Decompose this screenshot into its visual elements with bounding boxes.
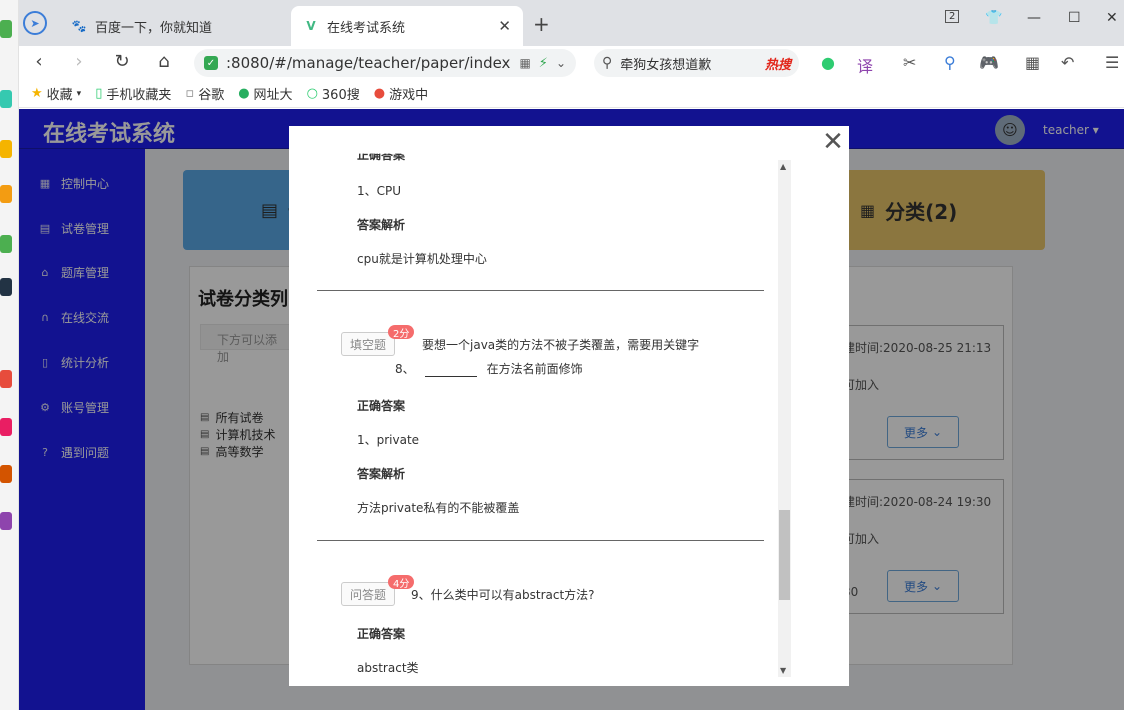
qr-code-icon[interactable]: ▦ [519,56,530,70]
star-icon: ★ [31,86,43,101]
search-suggestion[interactable]: 牵狗女孩想道歉 [620,54,711,73]
bookmark-games[interactable]: ● 游戏中 [374,84,428,103]
q8-text-line1: 要想一个java类的方法不被子类覆盖，需要用关键字 [422,338,700,352]
question-divider [317,540,764,541]
maximize-icon[interactable]: ☐ [1068,10,1081,26]
fill-blank [424,367,477,377]
question-type-tag: 问答题 [341,582,396,606]
baidu-paw-icon: 🐾 [71,19,87,33]
q9-answer: abstract类 [357,661,419,675]
score-badge: 2分 [388,325,415,340]
scroll-down-icon[interactable]: ▼ [780,666,786,675]
address-bar[interactable]: ✓ :8080/#/manage/teacher/paper/index ▦ ⚡… [194,49,576,77]
app-icon[interactable] [0,418,12,436]
question-type-tag: 填空题 [341,332,396,356]
q8-analysis: 方法private私有的不能被覆盖 [357,501,520,515]
q7-analysis: cpu就是计算机处理中心 [357,252,487,266]
q9-answer-heading: 正确答案 [357,627,406,641]
q9-text: 9、什么类中可以有abstract方法? [411,588,595,602]
browser-nav-bar: ‹ › ↻ ⌂ ✓ :8080/#/manage/teacher/paper/i… [19,46,1124,80]
modal-scrollbar[interactable]: ▲ ▼ [778,160,791,677]
window-counter[interactable]: 2 [945,10,960,23]
minimize-icon[interactable]: — [1027,10,1041,26]
browser-logo-icon[interactable]: ➤ [23,11,47,35]
question-divider [317,290,764,291]
window-close-icon[interactable]: ✕ [1106,10,1118,26]
q8-answer: 1、private [357,433,420,447]
left-app-strip [0,0,19,710]
tab-title: 在线考试系统 [327,20,406,36]
answer-heading-partial: 正确答案 [357,148,406,162]
secure-shield-icon: ✓ [204,56,218,70]
app-icon[interactable] [0,90,12,108]
bookmark-favorites[interactable]: ★ 收藏 ▾ [31,84,81,103]
lightning-icon[interactable]: ⚡ [539,56,548,71]
caret-down-icon: ▾ [76,88,82,99]
q8-text-line2: 8、 在方法名前面修饰 [395,360,583,377]
app-icon[interactable] [0,512,12,530]
app-icon[interactable] [0,20,12,38]
address-url[interactable]: :8080/#/manage/teacher/paper/index [226,54,511,72]
vue-logo-icon: V [306,19,316,33]
reload-icon[interactable]: ↻ [110,51,134,72]
bookmark-hao[interactable]: ● 网址大 [238,84,292,103]
game-icon: ● [373,86,386,101]
360-icon: ○ [306,86,318,101]
home-icon[interactable]: ⌂ [152,51,176,72]
app-icon[interactable] [0,278,12,296]
close-icon[interactable]: ✕ [821,129,845,155]
forward-icon[interactable]: › [67,51,91,72]
browser-tab-bar: ➤ 🐾 百度一下，你就知道 V 在线考试系统 ✕ + 2 👕 — ☐ ✕ [19,0,1124,46]
menu-icon[interactable]: ☰ [1105,53,1119,72]
bookmark-mobile[interactable]: ▯ 手机收藏夹 [95,84,171,103]
bookmark-google[interactable]: ▫ 谷歌 [185,84,224,103]
q8-analysis-heading: 答案解析 [357,467,406,481]
q8-number: 8、 [395,362,415,376]
apps-grid-icon[interactable]: ▦ [1025,53,1040,72]
q8-answer-heading: 正确答案 [357,399,406,413]
site-icon: ● [238,86,250,101]
tab-baidu[interactable]: 🐾 百度一下，你就知道 [59,6,289,46]
page-icon: ▫ [185,86,195,101]
browser-search-box[interactable]: ⚲ 牵狗女孩想道歉 热搜 [594,49,799,77]
bookmark-bar: ★ 收藏 ▾ ▯ 手机收藏夹 ▫ 谷歌 ● 网址大 ○ 360搜 ● 游戏中 [19,80,1124,108]
magnifier-icon[interactable]: ⚲ [944,53,956,72]
q8-text-end: 在方法名前面修饰 [486,362,583,376]
extension-circle-icon[interactable]: ● [821,53,835,72]
close-tab-icon[interactable]: ✕ [498,17,511,35]
scissors-icon[interactable]: ✂ [903,53,916,72]
bookmark-360[interactable]: ○ 360搜 [307,84,360,103]
tab-exam-system[interactable]: V 在线考试系统 ✕ [291,6,523,46]
new-tab-icon[interactable]: + [533,12,550,36]
app-icon[interactable] [0,465,12,483]
shirt-skin-icon[interactable]: 👕 [985,10,1002,26]
scrollbar-thumb[interactable] [779,510,790,600]
game-controller-icon[interactable]: 🎮 [979,53,999,72]
app-icon[interactable] [0,235,12,253]
paper-preview-modal: ✕ 正确答案 1、CPU 答案解析 cpu就是计算机处理中心 填空题 2分 要想… [289,126,849,686]
translate-icon[interactable]: 译 [857,53,873,77]
tab-title: 百度一下，你就知道 [95,20,213,36]
search-icon: ⚲ [602,55,613,71]
undo-icon[interactable]: ↶ [1061,53,1074,72]
hot-search-label[interactable]: 热搜 [765,54,791,73]
phone-icon: ▯ [95,86,103,101]
q7-answer: 1、CPU [357,184,402,198]
chevron-down-icon[interactable]: ⌄ [556,56,566,70]
scroll-up-icon[interactable]: ▲ [780,162,786,171]
app-icon[interactable] [0,185,12,203]
back-icon[interactable]: ‹ [27,51,51,72]
q7-analysis-heading: 答案解析 [357,218,406,232]
app-icon[interactable] [0,140,12,158]
app-icon[interactable] [0,370,12,388]
